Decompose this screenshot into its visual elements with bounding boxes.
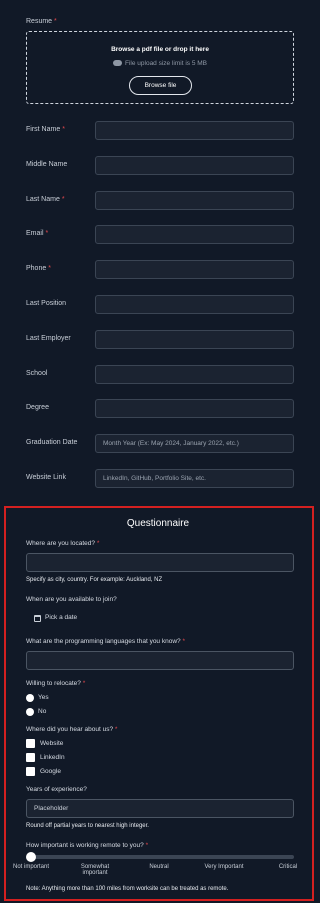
field-label: School <box>26 370 47 377</box>
field-label-text: Phone <box>26 265 47 272</box>
questionnaire-title: Questionnaire <box>126 518 190 529</box>
field-label: Phone * <box>26 265 51 272</box>
field-label-text: Last Position <box>26 300 67 307</box>
calendar-icon <box>34 615 41 622</box>
field-label-text: Email <box>26 230 44 237</box>
field-input[interactable] <box>95 156 294 175</box>
relocate-no-radio[interactable] <box>26 708 34 716</box>
field-label: Middle Name <box>26 161 67 168</box>
tick-neutral: Neutral <box>149 864 169 870</box>
availability-label: When are you available to join? <box>26 596 117 603</box>
required-marker: * <box>62 126 65 133</box>
field-label-text: First Name <box>26 126 61 133</box>
remote-note: Note: Anything more than 100 miles from … <box>26 886 229 892</box>
relocate-yes-label: Yes <box>38 694 49 701</box>
relocate-yes-radio[interactable] <box>26 694 34 702</box>
resume-dropzone[interactable]: Browse a pdf file or drop it here File u… <box>26 31 294 104</box>
required-marker: * <box>45 230 49 237</box>
field-label-text: Last Employer <box>26 335 71 342</box>
hear-linkedin-label: LinkedIn <box>40 754 65 761</box>
languages-input[interactable] <box>26 651 294 670</box>
field-label-text: Degree <box>26 404 49 411</box>
location-hint: Specify as city, country. For example: A… <box>26 577 163 583</box>
hear-linkedin-checkbox[interactable] <box>26 753 35 762</box>
resume-label-text: Resume <box>26 18 53 25</box>
location-label: Where are you located? * <box>26 540 99 547</box>
remote-slider-thumb[interactable] <box>26 852 36 862</box>
tick-very-important: Very Important <box>204 864 244 870</box>
field-label-text: Middle Name <box>26 161 68 168</box>
location-input[interactable] <box>26 553 294 572</box>
field-input[interactable]: LinkedIn, GitHub, Portfolio Site, etc. <box>95 469 294 488</box>
field-input[interactable] <box>95 295 294 314</box>
resume-label: Resume * <box>26 18 57 25</box>
field-label: Degree <box>26 404 49 411</box>
field-input[interactable] <box>95 121 294 140</box>
remote-slider-track[interactable] <box>30 855 294 859</box>
upload-limit-text: File upload size limit is 5 MB <box>125 60 207 67</box>
field-label-text: Website Link <box>26 474 66 481</box>
tick-not-important: Not important <box>12 864 49 870</box>
field-input[interactable]: Month Year (Ex: May 2024, January 2022, … <box>95 434 294 453</box>
field-label: First Name * <box>26 126 65 133</box>
location-label-text: Where are you located? <box>26 540 96 547</box>
hear-website-label: Website <box>40 740 64 747</box>
field-label-text: Graduation Date <box>26 439 78 446</box>
relocate-no-label: No <box>38 708 47 715</box>
field-input[interactable] <box>95 191 294 210</box>
field-label: Website Link <box>26 474 66 481</box>
tick-somewhat-important: Somewhat important <box>80 864 110 876</box>
required-marker: * <box>82 680 86 687</box>
required-marker: * <box>96 540 100 547</box>
field-input[interactable] <box>95 365 294 384</box>
languages-label-text: What are the programming languages that … <box>26 638 181 645</box>
field-label: Last Employer <box>26 335 71 342</box>
field-label: Last Position <box>26 300 66 307</box>
hear-label-text: Where did you hear about us? <box>26 726 114 733</box>
field-label-text: School <box>26 370 48 377</box>
upload-title: Browse a pdf file or drop it here <box>111 46 209 53</box>
hear-label: Where did you hear about us? * <box>26 726 117 733</box>
browse-file-button[interactable]: Browse file <box>129 76 192 95</box>
relocate-label: Willing to relocate? * <box>26 680 85 687</box>
experience-label: Years of experience? <box>26 786 87 793</box>
remote-label-text: How important is working remote to you? <box>26 842 144 849</box>
required-marker: * <box>114 726 118 733</box>
hear-website-checkbox[interactable] <box>26 739 35 748</box>
field-input[interactable] <box>95 260 294 279</box>
required-marker: * <box>145 842 149 849</box>
field-label-text: Last Name <box>26 196 60 203</box>
required-marker: * <box>61 196 65 203</box>
hear-google-checkbox[interactable] <box>26 767 35 776</box>
tick-critical: Critical <box>278 864 298 870</box>
required-marker: * <box>48 265 51 272</box>
experience-hint: Round off partial years to nearest high … <box>26 823 149 829</box>
hear-google-label: Google <box>40 768 61 775</box>
required-marker: * <box>54 18 57 25</box>
remote-label: How important is working remote to you? … <box>26 842 148 849</box>
field-label: Email * <box>26 230 48 237</box>
relocate-label-text: Willing to relocate? <box>26 680 81 687</box>
field-label: Graduation Date <box>26 439 77 446</box>
experience-input[interactable]: Placeholder <box>26 799 294 818</box>
field-input[interactable] <box>95 330 294 349</box>
languages-label: What are the programming languages that … <box>26 638 185 645</box>
field-label: Last Name * <box>26 196 65 203</box>
required-marker: * <box>182 638 185 645</box>
pick-date-label: Pick a date <box>45 614 78 621</box>
field-input[interactable] <box>95 225 294 244</box>
upload-limit: File upload size limit is 5 MB <box>27 60 293 67</box>
field-input[interactable] <box>95 399 294 418</box>
cloud-upload-icon <box>113 60 122 66</box>
